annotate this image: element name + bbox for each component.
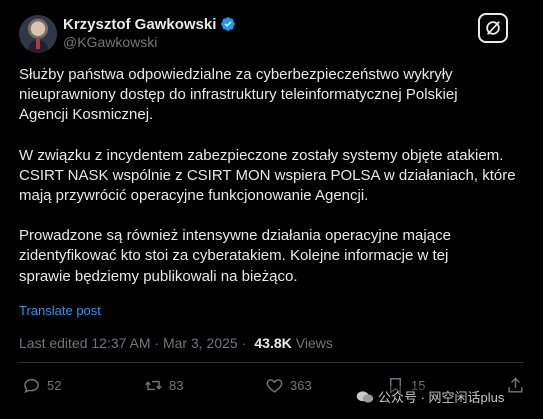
- reply-icon: [24, 378, 39, 394]
- post-text: Służby państwa odpowiedzialne za cyberbe…: [19, 65, 529, 307]
- grok-button[interactable]: [478, 13, 508, 43]
- post-paragraph-1: Służby państwa odpowiedzialne za cyberbe…: [19, 66, 458, 124]
- like-button[interactable]: 363: [265, 376, 312, 395]
- like-count: 363: [290, 378, 312, 393]
- views-label: Views: [295, 335, 333, 351]
- grok-icon: [486, 21, 500, 35]
- views-count: 43.8K: [254, 335, 292, 351]
- watermark: 公众号 · 网空闲话plus: [352, 386, 509, 407]
- repost-icon: [145, 380, 162, 391]
- post-meta: Last edited 12:37 AM · Mar 3, 2025 · 43.…: [19, 335, 333, 351]
- author-name-row[interactable]: Krzysztof Gawkowski: [63, 15, 236, 33]
- author-handle[interactable]: @KGawkowski: [63, 34, 157, 50]
- post-timestamp[interactable]: Last edited 12:37 AM · Mar 3, 2025: [19, 335, 238, 351]
- translate-post-link[interactable]: Translate post: [19, 303, 101, 318]
- divider: [19, 362, 524, 363]
- avatar[interactable]: [19, 15, 57, 53]
- post-paragraph-2: W związku z incydentem zabezpieczone zos…: [19, 146, 516, 205]
- watermark-text: 公众号 · 网空闲话plus: [378, 390, 505, 405]
- verified-badge-icon: [221, 17, 236, 31]
- share-button[interactable]: [506, 376, 525, 395]
- wechat-icon: [356, 390, 374, 403]
- meta-separator: ·: [241, 335, 247, 351]
- share-icon: [508, 377, 523, 393]
- repost-count: 83: [169, 378, 184, 393]
- post-paragraph-3: Prowadzone są również intensywne działan…: [19, 227, 451, 285]
- author-name[interactable]: Krzysztof Gawkowski: [63, 16, 216, 33]
- heart-icon: [266, 379, 283, 393]
- reply-count: 52: [47, 378, 62, 393]
- post-header: Krzysztof Gawkowski @KGawkowski: [0, 0, 543, 60]
- repost-button[interactable]: 83: [144, 376, 183, 395]
- reply-button[interactable]: 52: [22, 376, 61, 395]
